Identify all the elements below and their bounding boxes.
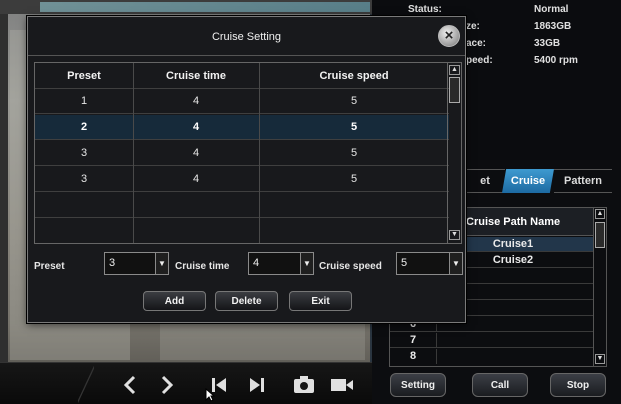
chevron-down-icon[interactable]: ▼	[155, 253, 168, 274]
chevron-left-icon[interactable]	[118, 373, 142, 397]
table-row[interactable]: 8	[390, 349, 594, 364]
table-row[interactable]: 1 4 5	[35, 89, 449, 114]
table-row[interactable]: 3 4 5	[35, 141, 449, 166]
scroll-thumb[interactable]	[595, 222, 605, 248]
table-row[interactable]	[35, 219, 449, 244]
cell-preset: 3	[80, 173, 88, 185]
table-row[interactable]: 3 4 5	[35, 167, 449, 192]
cell-cruise-speed	[259, 219, 449, 244]
cell-cruise-time: 4	[192, 121, 200, 133]
tab-cruise[interactable]: Cruise	[502, 169, 554, 193]
setting-button[interactable]: Setting	[390, 373, 446, 397]
status-key: ze:	[466, 21, 480, 32]
skip-forward-icon[interactable]	[245, 373, 269, 397]
chevron-down-icon[interactable]: ▼	[300, 253, 313, 274]
cruise-speed-select-value: 5	[401, 257, 408, 269]
cruise-time-select[interactable]: 4 ▼	[248, 252, 314, 275]
cruise-table-scrollbar[interactable]: ▲ ▼	[447, 63, 461, 243]
cell-preset: 3	[80, 147, 88, 159]
controls-divider	[78, 363, 94, 404]
cruise-name: Cruise1	[492, 238, 534, 250]
scroll-up-icon[interactable]: ▲	[595, 209, 605, 219]
scroll-thumb[interactable]	[449, 77, 460, 103]
stop-button[interactable]: Stop	[550, 373, 606, 397]
dialog-divider	[28, 55, 465, 56]
scroll-down-icon[interactable]: ▼	[449, 230, 460, 240]
status-value: 33GB	[534, 38, 561, 49]
status-value: Normal	[534, 4, 569, 15]
preset-select-value: 3	[109, 257, 116, 269]
cell-cruise-time: 4	[192, 95, 200, 107]
camera-scene-region	[160, 320, 365, 360]
cell-cruise-speed: 5	[350, 173, 358, 185]
scroll-down-icon[interactable]: ▼	[595, 354, 605, 364]
preset-select[interactable]: 3 ▼	[104, 252, 169, 275]
chevron-down-icon[interactable]: ▼	[449, 253, 462, 274]
row-number: 7	[390, 333, 437, 348]
status-key: ace:	[466, 38, 487, 49]
cruise-speed-select[interactable]: 5 ▼	[396, 252, 463, 275]
status-value: 1863GB	[534, 21, 572, 32]
dialog-title: Cruise Setting	[211, 31, 282, 43]
cruise-name: Cruise2	[492, 254, 534, 266]
camera-top-strip	[0, 0, 372, 14]
column-header-preset: Preset	[67, 70, 101, 82]
add-button[interactable]: Add	[143, 291, 206, 311]
status-value: 5400 rpm	[534, 55, 578, 66]
cell-cruise-speed: 5	[350, 95, 358, 107]
camera-icon[interactable]	[292, 373, 316, 397]
playback-controls	[0, 362, 372, 404]
cell-preset: 2	[80, 121, 88, 133]
preset-label: Preset	[34, 261, 65, 272]
row-number: 8	[390, 349, 437, 364]
cruise-path-name-header: Cruise Path Name	[466, 215, 561, 228]
table-header-row: Preset Cruise time Cruise speed	[35, 63, 449, 89]
cell-cruise-time: 4	[192, 173, 200, 185]
cell-cruise-time: 4	[192, 147, 200, 159]
cruise-path-scrollbar[interactable]: ▲ ▼	[593, 208, 606, 366]
cell-cruise-speed: 5	[350, 121, 358, 133]
cruise-speed-label: Cruise speed	[319, 261, 382, 272]
tab-pattern[interactable]: Pattern	[554, 169, 612, 193]
cruise-table: Preset Cruise time Cruise speed 1 4 5 2 …	[34, 62, 462, 244]
status-key: peed:	[466, 55, 493, 66]
cell-preset	[35, 219, 133, 244]
tab-preset[interactable]: et	[465, 169, 505, 193]
video-icon[interactable]	[330, 373, 354, 397]
column-divider	[133, 63, 134, 243]
cruise-time-select-value: 4	[253, 257, 260, 269]
cell-cruise-time	[133, 219, 259, 244]
cruise-time-label: Cruise time	[175, 261, 230, 272]
cruise-setting-dialog: Cruise Setting × Preset Cruise time Crui…	[27, 16, 466, 323]
cell-cruise-time	[133, 193, 259, 218]
close-icon[interactable]: ×	[438, 25, 460, 47]
scroll-up-icon[interactable]: ▲	[449, 65, 460, 75]
table-row[interactable]: 2 4 5	[35, 115, 449, 140]
column-divider	[259, 63, 260, 243]
mouse-cursor-icon	[205, 388, 215, 402]
chevron-right-icon[interactable]	[155, 373, 179, 397]
table-row[interactable]	[35, 193, 449, 218]
delete-button[interactable]: Delete	[215, 291, 278, 311]
status-key: Status:	[408, 4, 442, 15]
call-button[interactable]: Call	[472, 373, 528, 397]
column-header-cruise-time: Cruise time	[166, 70, 226, 82]
exit-button[interactable]: Exit	[289, 291, 352, 311]
cell-cruise-speed	[259, 193, 449, 218]
table-row[interactable]: 7	[390, 333, 594, 348]
cell-cruise-speed: 5	[350, 147, 358, 159]
column-header-cruise-speed: Cruise speed	[319, 70, 389, 82]
cell-preset: 1	[80, 95, 88, 107]
cell-preset	[35, 193, 133, 218]
